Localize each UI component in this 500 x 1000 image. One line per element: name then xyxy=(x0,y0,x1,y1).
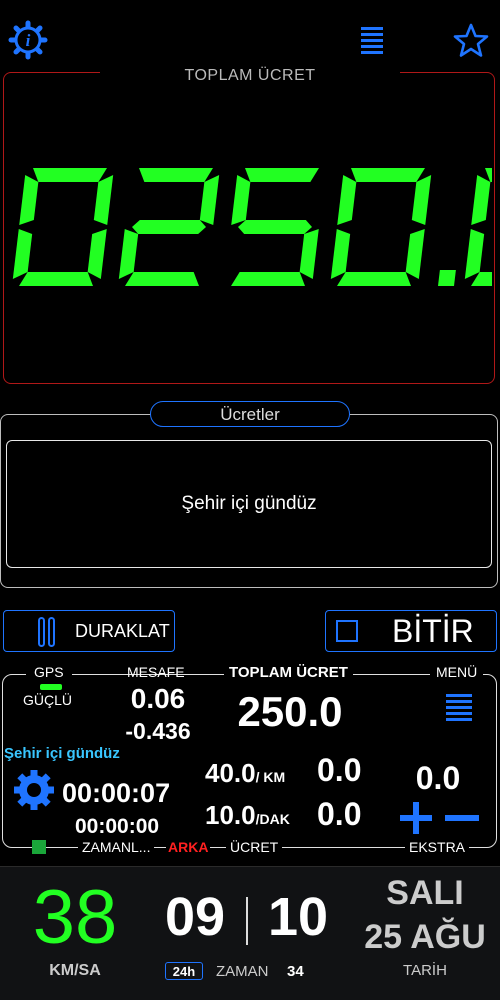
pause-label: DURAKLAT xyxy=(75,621,170,641)
footer-extra-label: EKSTRA xyxy=(405,839,470,855)
plus-icon xyxy=(400,802,432,834)
clock-separator xyxy=(246,897,248,945)
clock-minute: 10 xyxy=(267,887,329,947)
rate-km-value: 40.0 xyxy=(205,758,256,788)
fare-display-value xyxy=(12,168,492,286)
rate-min-total: 0.0 xyxy=(317,796,362,832)
decimal-point xyxy=(438,270,456,286)
clock-hour: 09 xyxy=(164,887,226,947)
menu-label: MENÜ xyxy=(430,664,484,680)
date-label: TARİH xyxy=(403,962,447,979)
digit xyxy=(464,168,492,286)
rate-min-value: 10.0 xyxy=(205,800,256,830)
finish-button[interactable]: BİTİR xyxy=(325,610,497,652)
tariff-selector[interactable]: Şehir içi gündüz xyxy=(6,440,492,568)
footer-timer-label: ZAMANL... xyxy=(78,839,155,855)
distance-delta: -0.436 xyxy=(125,718,191,744)
distance-label: MESAFE xyxy=(127,664,185,680)
panel-tariff-name: Şehir içi gündüz xyxy=(4,745,120,762)
pause-icon xyxy=(38,617,55,647)
stop-icon xyxy=(336,620,358,642)
gear-icon xyxy=(14,770,54,810)
rate-min-unit: /DAK xyxy=(255,811,290,827)
timer-indicator xyxy=(32,840,46,854)
digit xyxy=(231,168,319,286)
footer-fare-label: ÜCRET xyxy=(226,839,283,855)
rate-km-unit: / KM xyxy=(255,769,286,785)
extra-decrease-button[interactable] xyxy=(442,800,482,836)
total-fare-label: TOPLAM ÜCRET xyxy=(224,664,353,681)
digit xyxy=(12,168,114,286)
rate-km: 40.0/ KM xyxy=(205,758,285,789)
extra-value: 0.0 xyxy=(415,760,461,796)
wait-time: 00:00:00 xyxy=(75,815,160,838)
rate-km-total: 0.0 xyxy=(317,752,362,788)
digit xyxy=(118,168,220,286)
gps-label: GPS xyxy=(26,664,72,680)
time-label: ZAMAN xyxy=(216,963,269,980)
speed-value: 38 xyxy=(32,875,118,960)
hamburger-icon xyxy=(446,694,472,721)
elapsed-time: 00:00:07 xyxy=(62,778,171,808)
minus-icon xyxy=(445,815,479,821)
total-fare-value: 250.0 xyxy=(237,688,343,735)
footer-timer-mode: ARKA xyxy=(166,839,211,855)
panel-menu-button[interactable] xyxy=(442,692,476,724)
date-value: 25 AĞU xyxy=(364,918,486,956)
favorite-button[interactable] xyxy=(452,22,490,60)
day-name: SALI xyxy=(386,874,464,912)
speed-unit: KM/SA xyxy=(49,962,101,979)
info-gear-icon: i xyxy=(8,20,48,60)
settings-button[interactable] xyxy=(12,768,56,812)
fare-display-title: TOPLAM ÜCRET xyxy=(100,64,400,88)
distance-value: 0.06 xyxy=(130,683,186,714)
star-icon xyxy=(453,23,489,57)
finish-label: BİTİR xyxy=(392,613,474,649)
info-gear-button[interactable]: i xyxy=(8,20,48,60)
rate-min: 10.0/DAK xyxy=(205,800,290,831)
extra-increase-button[interactable] xyxy=(398,800,434,836)
pause-button[interactable]: DURAKLAT xyxy=(3,610,175,652)
tariff-selected-label: Şehir içi gündüz xyxy=(181,493,317,514)
hamburger-icon xyxy=(361,27,383,54)
tariffs-title: Ücretler xyxy=(150,401,350,427)
time-format-badge[interactable]: 24h xyxy=(165,962,203,980)
digit xyxy=(330,168,432,286)
time-extra: 34 xyxy=(287,963,304,980)
gps-strength: GÜÇLÜ xyxy=(23,692,73,708)
gps-signal-bar xyxy=(40,684,62,690)
menu-button[interactable] xyxy=(357,24,389,56)
svg-text:i: i xyxy=(26,31,31,50)
